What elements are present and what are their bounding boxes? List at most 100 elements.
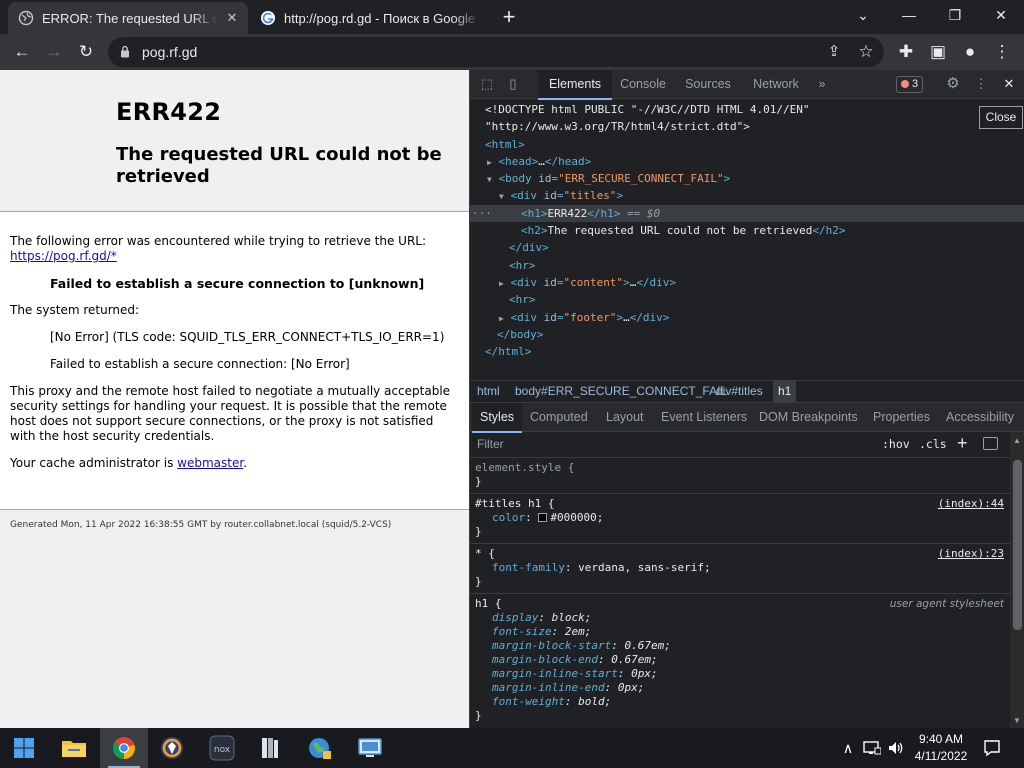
computed-sidebar-toggle-icon[interactable] <box>983 437 998 450</box>
new-tab-button[interactable]: + <box>498 6 520 28</box>
dom-line-div-close[interactable]: </div> <box>470 239 1024 256</box>
dom-line-doctype[interactable]: <!DOCTYPE html PUBLIC "-//W3C//DTD HTML … <box>470 101 1024 118</box>
devtools-close-icon[interactable]: ✕ <box>1000 75 1018 93</box>
breadcrumb-html[interactable]: html <box>477 381 500 402</box>
tab-sources[interactable]: Sources <box>680 70 736 99</box>
breadcrumb-body[interactable]: body#ERR_SECURE_CONNECT_FAIL <box>515 381 727 402</box>
side-panel-icon[interactable]: ▣ <box>924 38 952 66</box>
dom-line-div-footer[interactable]: ▶ <div id="footer">…</div> <box>470 309 1024 326</box>
scroll-down-arrow-icon[interactable]: ▼ <box>1013 716 1021 725</box>
volume-icon[interactable] <box>884 728 908 768</box>
filter-input[interactable]: Filter <box>477 437 504 451</box>
tab-event-listeners[interactable]: Event Listeners <box>661 403 747 432</box>
archive-app[interactable] <box>246 728 294 768</box>
cls-toggle-button[interactable]: .cls <box>919 437 947 451</box>
requested-url-link[interactable]: https://pog.rf.gd/* <box>10 249 117 263</box>
window-close-button[interactable]: ✕ <box>978 0 1024 30</box>
dom-line-body[interactable]: ▼ <body id="ERR_SECURE_CONNECT_FAIL"> <box>470 170 1024 187</box>
tab-console[interactable]: Console <box>616 70 670 99</box>
declaration-ua[interactable]: font-size: 2em; <box>475 625 1010 639</box>
network-status-icon[interactable] <box>860 728 884 768</box>
collapse-triangle-icon[interactable]: ▼ <box>487 175 492 184</box>
tab-search-chevron-icon[interactable]: ⌄ <box>840 0 886 30</box>
generated-footer-text: Generated Mon, 11 Apr 2022 16:38:55 GMT … <box>10 520 392 530</box>
scrollbar-thumb[interactable] <box>1013 460 1022 630</box>
collapse-triangle-icon[interactable]: ▼ <box>499 192 504 201</box>
brave-app[interactable] <box>148 728 196 768</box>
more-tabs-icon[interactable]: » <box>814 70 830 99</box>
tab-properties[interactable]: Properties <box>873 403 930 432</box>
new-rule-plus-icon[interactable]: + <box>957 433 968 454</box>
tab-dom-breakpoints[interactable]: DOM Breakpoints <box>759 403 858 432</box>
show-hidden-icons-chevron-icon[interactable]: ∧ <box>838 728 858 768</box>
styles-scrollbar[interactable]: ▲ ▼ <box>1010 432 1024 728</box>
dom-line-html-close[interactable]: </html> <box>470 343 1024 360</box>
tab-google-search[interactable]: http://pog.rd.gd - Поиск в Google <box>250 2 490 34</box>
declaration-color[interactable]: color: #000000; <box>475 511 1010 525</box>
expand-triangle-icon[interactable]: ▶ <box>487 158 492 167</box>
rule-element-style[interactable]: element.style { } <box>470 458 1010 494</box>
profile-avatar-icon[interactable]: ● <box>956 38 984 66</box>
chrome-app[interactable] <box>100 728 148 768</box>
settings-gear-icon[interactable]: ⚙ <box>944 75 962 93</box>
share-icon[interactable]: ⇪ <box>820 38 848 66</box>
webmaster-link[interactable]: webmaster <box>177 456 243 470</box>
breadcrumb-h1[interactable]: h1 <box>773 381 797 402</box>
declaration-font-family[interactable]: font-family: verdana, sans-serif; <box>475 561 1010 575</box>
dom-line-hr[interactable]: <hr> <box>470 291 1024 308</box>
tab-styles[interactable]: Styles <box>472 403 523 433</box>
expand-triangle-icon[interactable]: ▶ <box>499 279 504 288</box>
dom-line-hr[interactable]: <hr> <box>470 257 1024 274</box>
declaration-ua[interactable]: margin-block-start: 0.67em; <box>475 639 1010 653</box>
tab-elements[interactable]: Elements <box>538 70 612 100</box>
source-link[interactable]: (index):44 <box>938 497 1004 511</box>
dom-line-html[interactable]: <html> <box>470 136 1024 153</box>
file-explorer-app[interactable] <box>50 728 98 768</box>
dom-line-head[interactable]: ▶ <head>…</head> <box>470 153 1024 170</box>
breadcrumb-div-titles[interactable]: div#titles <box>716 381 763 402</box>
error-count-badge[interactable]: 3 <box>896 76 924 93</box>
dom-line-div-titles[interactable]: ▼ <div id="titles"> <box>470 187 1024 204</box>
tab-layout[interactable]: Layout <box>606 403 644 432</box>
declaration-ua[interactable]: font-weight: bold; <box>475 695 1010 709</box>
declaration-ua[interactable]: margin-inline-start: 0px; <box>475 667 1010 681</box>
declaration-ua[interactable]: margin-block-end: 0.67em; <box>475 653 1010 667</box>
devtools-menu-icon[interactable]: ⋮ <box>972 75 990 93</box>
rule-h1-user-agent[interactable]: h1 { user agent stylesheet display: bloc… <box>470 594 1010 727</box>
network-app[interactable] <box>296 728 344 768</box>
extensions-icon[interactable]: ✚ <box>892 38 920 66</box>
hov-toggle-button[interactable]: :hov <box>882 437 910 451</box>
address-bar[interactable]: pog.rf.gd <box>108 37 884 67</box>
minimize-button[interactable]: — <box>886 0 932 30</box>
forward-button[interactable]: → <box>40 38 68 66</box>
dom-line-h1-selected[interactable]: ··· <h1>ERR422</h1> == $0 <box>470 204 1024 223</box>
reload-button[interactable]: ↻ <box>72 38 100 66</box>
notifications-icon[interactable] <box>980 728 1004 768</box>
declaration-ua[interactable]: display: block; <box>475 611 1010 625</box>
tab-network[interactable]: Network <box>746 70 806 99</box>
tab-accessibility[interactable]: Accessibility <box>946 403 1014 432</box>
dom-line-div-content[interactable]: ▶ <div id="content">…</div> <box>470 274 1024 291</box>
device-toolbar-icon[interactable]: ▯ <box>504 75 522 93</box>
rule-titles-h1[interactable]: #titles h1 { (index):44 color: #000000; … <box>470 494 1010 544</box>
dom-line-body-close[interactable]: </body> <box>470 326 1024 343</box>
inspect-element-icon[interactable]: ⬚ <box>478 75 496 93</box>
start-button[interactable] <box>0 728 48 768</box>
system-clock[interactable]: 9:40 AM 4/11/2022 <box>908 731 974 765</box>
tab-error-page[interactable]: ERROR: The requested URL could not be re… <box>8 2 248 34</box>
expand-triangle-icon[interactable]: ▶ <box>499 314 504 323</box>
tab-computed[interactable]: Computed <box>530 403 588 432</box>
bookmark-star-icon[interactable]: ☆ <box>852 38 880 66</box>
remote-desktop-app[interactable] <box>346 728 394 768</box>
back-button[interactable]: ← <box>8 38 36 66</box>
source-link[interactable]: (index):23 <box>938 547 1004 561</box>
color-swatch-icon[interactable] <box>538 513 548 522</box>
dom-line-h2[interactable]: <h2>The requested URL could not be retri… <box>470 222 1024 239</box>
declaration-ua[interactable]: margin-inline-end: 0px; <box>475 681 1010 695</box>
restore-button[interactable]: ❐ <box>932 0 978 30</box>
scroll-up-arrow-icon[interactable]: ▲ <box>1013 436 1021 445</box>
browser-menu-icon[interactable]: ⋮ <box>988 38 1016 66</box>
nox-player-app[interactable]: nox <box>198 728 246 768</box>
rule-universal[interactable]: * { (index):23 font-family: verdana, san… <box>470 544 1010 594</box>
tab-close-icon[interactable]: ✕ <box>224 10 240 26</box>
